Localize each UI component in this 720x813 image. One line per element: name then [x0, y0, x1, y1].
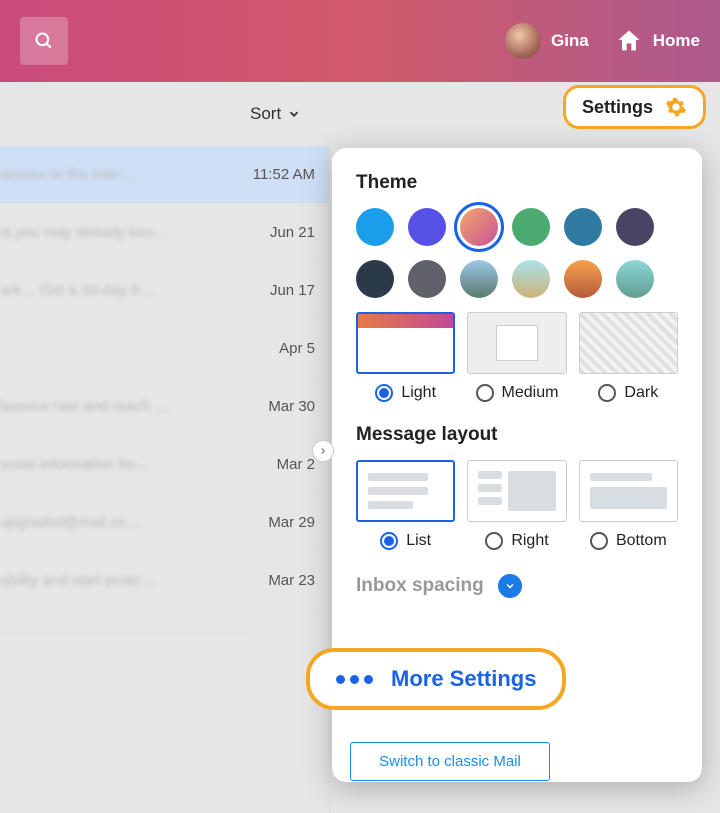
user-menu[interactable]: Gina: [505, 23, 589, 59]
theme-swatch-row-1: [356, 208, 678, 246]
theme-swatch-indigo[interactable]: [408, 208, 446, 246]
theme-swatch-slate[interactable]: [356, 260, 394, 298]
layout-row: List Right Bottom: [356, 460, 678, 550]
radio-icon: [485, 532, 503, 550]
mail-time: Jun 21: [270, 224, 315, 241]
chevron-down-icon: [287, 107, 301, 121]
mail-time: Mar 2: [277, 456, 315, 473]
user-name: Gina: [551, 31, 589, 51]
settings-button[interactable]: Settings: [563, 85, 706, 129]
mail-row[interactable]: Apr 5: [0, 320, 329, 378]
mail-list: access to the inter… 11:52 AM is you may a…: [0, 146, 330, 813]
mail-time: Mar 23: [268, 572, 315, 589]
density-medium-label: Medium: [502, 384, 559, 402]
mail-time: Apr 5: [279, 340, 315, 357]
theme-swatch-plum[interactable]: [616, 208, 654, 246]
reading-pane-toggle[interactable]: [312, 440, 334, 462]
mail-time: Mar 29: [268, 514, 315, 531]
layout-right-label: Right: [511, 532, 548, 550]
sort-button[interactable]: Sort: [250, 104, 301, 124]
mail-time: Jun 17: [270, 282, 315, 299]
avatar: [505, 23, 541, 59]
theme-swatch-green[interactable]: [512, 208, 550, 246]
theme-swatch-desert[interactable]: [564, 260, 602, 298]
chevron-right-icon: [318, 446, 328, 456]
density-preview-medium: [467, 312, 566, 374]
home-icon: [615, 27, 643, 55]
mail-preview: is you may already kno…: [0, 224, 168, 241]
theme-swatch-sunset[interactable]: [460, 208, 498, 246]
mail-row[interactable]: is you may already kno… Jun 21: [0, 204, 329, 262]
gear-icon: [665, 96, 687, 118]
settings-label: Settings: [582, 97, 653, 118]
theme-swatch-mountain[interactable]: [460, 260, 498, 298]
sort-label: Sort: [250, 104, 281, 124]
mail-preview: bounce rate and reach …: [0, 398, 169, 415]
theme-heading: Theme: [356, 172, 678, 194]
layout-option-bottom[interactable]: Bottom: [579, 460, 678, 550]
layout-option-right[interactable]: Right: [467, 460, 566, 550]
radio-icon: [590, 532, 608, 550]
density-dark-label: Dark: [624, 384, 658, 402]
switch-classic-label: Switch to classic Mail: [379, 753, 521, 770]
mail-row[interactable]: bounce rate and reach … Mar 30: [0, 378, 329, 436]
more-settings-label: More Settings: [391, 666, 536, 692]
layout-list-label: List: [406, 532, 431, 550]
density-option-dark[interactable]: Dark: [579, 312, 678, 402]
layout-preview-right: [467, 460, 566, 522]
radio-icon: [598, 384, 616, 402]
theme-swatch-teal[interactable]: [564, 208, 602, 246]
density-row: Light Medium Dark: [356, 312, 678, 402]
inbox-spacing-toggle[interactable]: Inbox spacing: [356, 574, 678, 598]
theme-swatch-beach[interactable]: [512, 260, 550, 298]
theme-swatch-blue[interactable]: [356, 208, 394, 246]
mail-time: 11:52 AM: [253, 166, 315, 183]
search-button[interactable]: [20, 17, 68, 65]
chevron-down-icon: [504, 580, 516, 592]
layout-heading: Message layout: [356, 424, 678, 446]
mail-preview: sonal information fro…: [0, 456, 151, 473]
layout-preview-bottom: [579, 460, 678, 522]
home-link[interactable]: Home: [615, 27, 700, 55]
theme-swatch-lake[interactable]: [616, 260, 654, 298]
mail-row[interactable]: access to the inter… 11:52 AM: [0, 146, 329, 204]
mail-preview: upgraded@mail.co…: [0, 514, 141, 531]
layout-option-list[interactable]: List: [356, 460, 455, 550]
radio-icon: [375, 384, 393, 402]
mail-preview: ark… Get a 30-day fr…: [0, 282, 155, 299]
theme-swatch-row-2: [356, 260, 678, 298]
inbox-spacing-label: Inbox spacing: [356, 575, 484, 597]
mail-row[interactable]: ability and start prote… Mar 23: [0, 552, 329, 610]
mail-preview: ability and start prote…: [0, 572, 154, 589]
search-icon: [34, 31, 54, 51]
header-right: Gina Home: [505, 23, 700, 59]
density-option-medium[interactable]: Medium: [467, 312, 566, 402]
density-preview-dark: [579, 312, 678, 374]
density-option-light[interactable]: Light: [356, 312, 455, 402]
mail-row[interactable]: upgraded@mail.co… Mar 29: [0, 494, 329, 552]
expand-icon: [498, 574, 522, 598]
mail-row[interactable]: sonal information fro… Mar 2: [0, 436, 329, 494]
density-light-label: Light: [401, 384, 436, 402]
layout-preview-list: [356, 460, 455, 522]
radio-icon: [380, 532, 398, 550]
home-label: Home: [653, 31, 700, 51]
mail-row[interactable]: ark… Get a 30-day fr… Jun 17: [0, 262, 329, 320]
app-header: Gina Home: [0, 0, 720, 82]
mail-time: Mar 30: [268, 398, 315, 415]
theme-swatch-gray[interactable]: [408, 260, 446, 298]
mail-preview: access to the inter…: [0, 166, 137, 183]
more-settings-button[interactable]: More Settings: [306, 648, 566, 710]
switch-classic-button[interactable]: Switch to classic Mail: [350, 742, 550, 781]
radio-icon: [476, 384, 494, 402]
density-preview-light: [356, 312, 455, 374]
dots-icon: [336, 675, 373, 684]
layout-bottom-label: Bottom: [616, 532, 667, 550]
